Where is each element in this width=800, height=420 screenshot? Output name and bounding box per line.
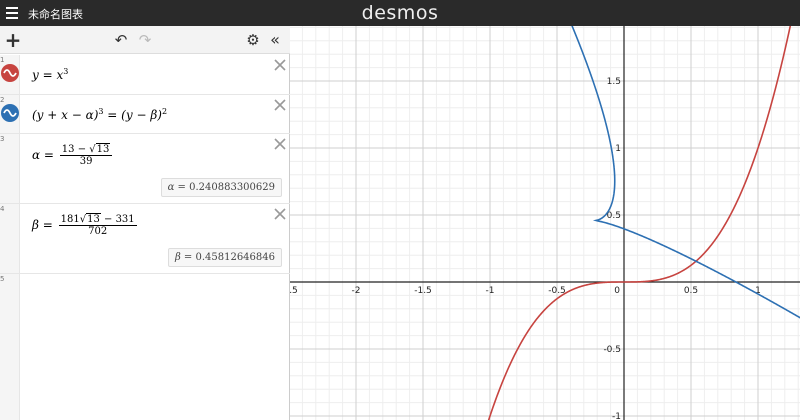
undo-button[interactable]: ↶ — [112, 30, 130, 50]
y-tick-label: 1 — [615, 144, 621, 154]
fraction: 13 − √13 39 — [59, 143, 113, 167]
value-readout: α = 0.240883300629 — [160, 178, 282, 197]
expression-index: 4 — [0, 204, 20, 273]
expression-row-2[interactable]: 2 (y + x − α)3 = (y − β)2 — [0, 95, 290, 134]
close-icon[interactable] — [274, 138, 286, 150]
graph-canvas[interactable]: -2.5-2-1.5-1-0.500.511.510.5-0.5-1 — [290, 26, 800, 420]
settings-button[interactable]: ⚙ — [244, 30, 262, 50]
y-tick-label: 0.5 — [607, 211, 621, 221]
y-tick-label: -0.5 — [603, 345, 621, 355]
redo-button[interactable]: ↷ — [136, 30, 154, 50]
expression-math[interactable]: y = x3 — [32, 67, 68, 82]
add-item-button[interactable]: + — [4, 30, 22, 50]
collapse-panel-button[interactable]: « — [266, 30, 284, 50]
curve-cusp — [571, 26, 800, 319]
expression-index: 5 — [0, 274, 20, 420]
value-readout: β = 0.45812646846 — [167, 248, 282, 267]
expression-math[interactable]: α = 13 − √13 39 — [32, 143, 113, 167]
desmos-logo: desmos — [361, 2, 439, 24]
close-icon[interactable] — [274, 208, 286, 220]
x-tick-label: -2 — [352, 286, 361, 296]
expression-panel: + ↶ ↷ ⚙ « 1 y = x3 2 (y + x − α)3 = (y −… — [0, 26, 290, 420]
graph-title[interactable]: 未命名图表 — [28, 6, 83, 22]
expression-index: 3 — [0, 134, 20, 203]
close-icon[interactable] — [274, 59, 286, 71]
y-tick-label: -1 — [612, 412, 621, 420]
expression-row-3[interactable]: 3 α = 13 − √13 39 α = 0.240883300629 — [0, 134, 290, 204]
expression-row-empty[interactable]: 5 — [0, 274, 290, 420]
x-tick-label: -1.5 — [414, 286, 432, 296]
close-icon[interactable] — [274, 99, 286, 111]
x-tick-label: 0 — [614, 286, 620, 296]
expression-toolbar: + ↶ ↷ ⚙ « — [0, 26, 290, 54]
sine-wave-icon[interactable] — [1, 64, 19, 82]
expression-row-4[interactable]: 4 β = 181√13 − 331 702 β = 0.45812646846 — [0, 204, 290, 274]
curve-y-equals-x-cubed — [487, 26, 792, 420]
expression-row-1[interactable]: 1 y = x3 — [0, 55, 290, 95]
x-tick-label: -2.5 — [290, 286, 298, 296]
graph-svg[interactable]: -2.5-2-1.5-1-0.500.511.510.5-0.5-1 — [290, 26, 800, 420]
hamburger-icon[interactable] — [6, 7, 18, 19]
expression-math[interactable]: (y + x − α)3 = (y − β)2 — [32, 107, 167, 122]
x-tick-label: -1 — [486, 286, 495, 296]
y-tick-label: 1.5 — [607, 77, 621, 87]
fraction: 181√13 − 331 702 — [58, 213, 137, 237]
x-tick-label: 0.5 — [684, 286, 698, 296]
top-bar: 未命名图表 desmos — [0, 0, 800, 26]
sine-wave-icon[interactable] — [1, 104, 19, 122]
expression-math[interactable]: β = 181√13 − 331 702 — [32, 213, 137, 237]
